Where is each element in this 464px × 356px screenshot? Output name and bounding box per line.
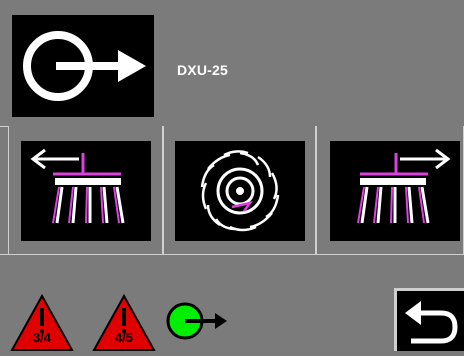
warning-3-4: 3/4: [10, 293, 74, 351]
warning-label: 3/4: [32, 330, 52, 345]
rotor-icon: [200, 150, 280, 232]
output-arrow-icon: [23, 31, 146, 101]
device-label: DXU-25: [177, 62, 228, 78]
back-button[interactable]: [394, 288, 464, 351]
broom-right-tile: [330, 141, 460, 241]
warning-label: 4/5: [114, 330, 134, 345]
active-output-icon: [166, 302, 227, 340]
screen: DXU-25 3/4 4/5: [0, 0, 464, 351]
warning-4-5: 4/5: [92, 293, 156, 351]
broom-left-tile: [21, 141, 151, 241]
rotor-tile: [175, 141, 305, 241]
broom-left-icon: [30, 148, 125, 224]
rotor-button[interactable]: [163, 126, 316, 255]
divider-bottom: [0, 254, 464, 255]
back-arrow-icon: [405, 301, 458, 344]
broom-right-button[interactable]: [316, 126, 464, 255]
function-row: [0, 126, 464, 255]
broom-left-button[interactable]: [8, 126, 163, 255]
broom-right-icon: [357, 148, 451, 224]
output-tile[interactable]: [12, 15, 154, 117]
active-output-indicator: [165, 299, 229, 343]
